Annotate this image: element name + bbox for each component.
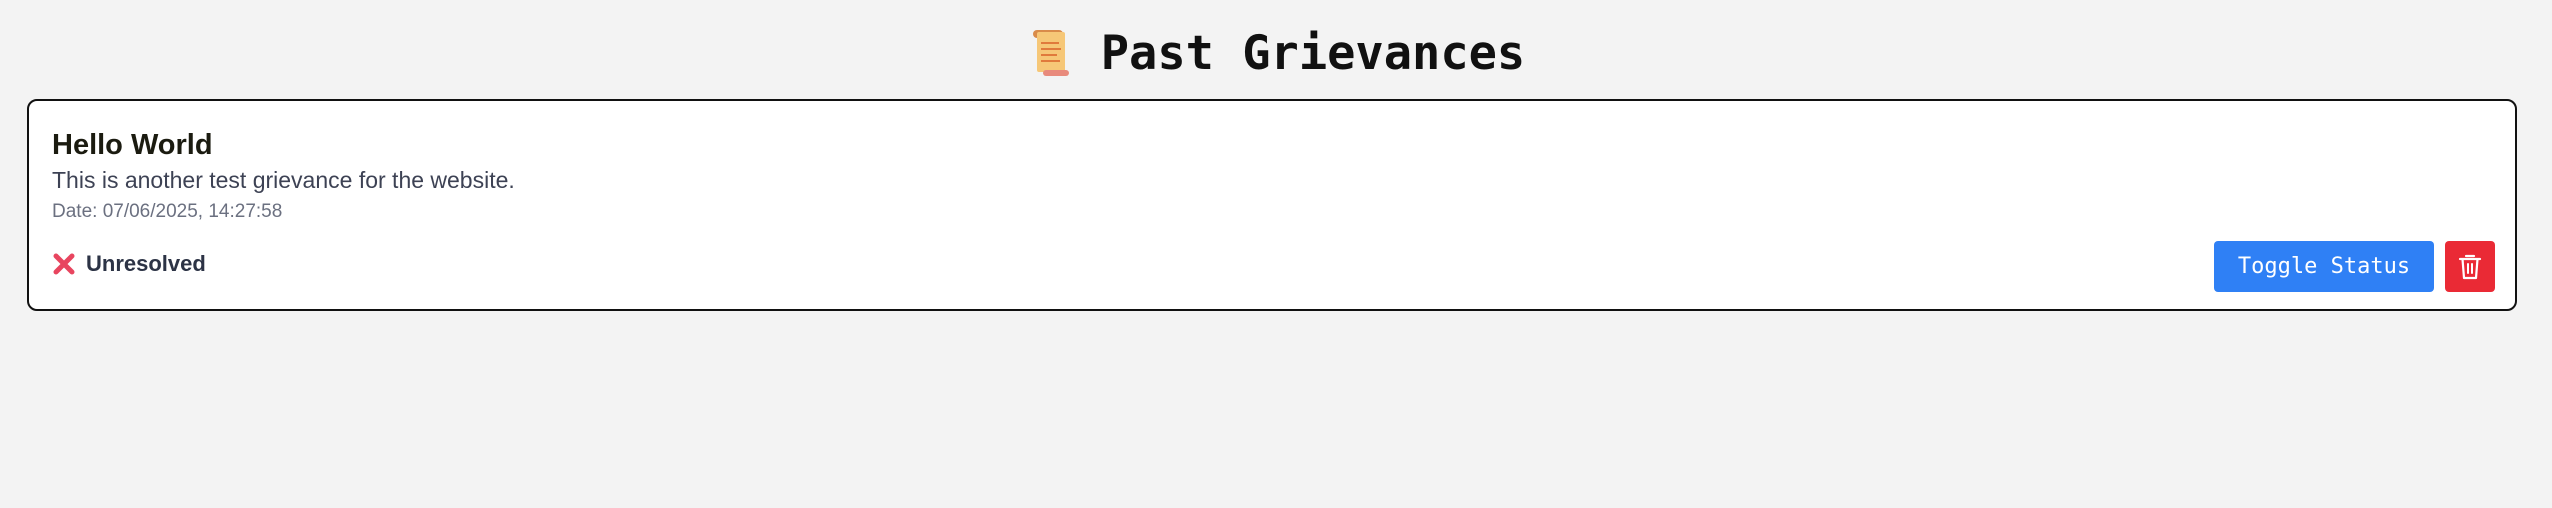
trash-icon [2458, 253, 2482, 281]
status-indicator: Unresolved [52, 251, 206, 277]
toggle-status-button[interactable]: Toggle Status [2214, 241, 2434, 292]
page-header: Past Grievances [0, 22, 2552, 84]
page-title: Past Grievances [1100, 25, 1526, 81]
grievance-title: Hello World [52, 129, 213, 161]
cross-mark-icon [52, 252, 76, 276]
grievance-description: This is another test grievance for the w… [52, 167, 515, 193]
grievance-card: Hello World This is another test grievan… [27, 99, 2517, 311]
delete-button[interactable] [2445, 241, 2495, 292]
scroll-icon [1027, 28, 1073, 78]
grievance-date: Date: 07/06/2025, 14:27:58 [52, 201, 283, 222]
status-label: Unresolved [86, 251, 206, 276]
